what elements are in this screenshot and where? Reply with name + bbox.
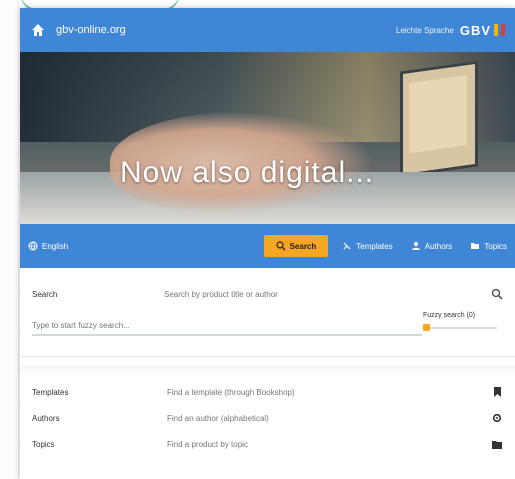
site-name[interactable]: gbv-online.org [56, 24, 396, 36]
filter-value[interactable]: Find an author (alphabetical) [167, 414, 491, 423]
logo-bar-red [501, 24, 505, 36]
top-header: gbv-online.org Leichte Sprache GBV [20, 8, 515, 52]
filter-row-topics[interactable]: Topics Find a product by topic [32, 431, 503, 457]
filter-list: Templates Find a template (through Books… [20, 377, 515, 459]
fuzzy-slider[interactable] [423, 324, 497, 331]
nav-search-button[interactable]: Search [263, 235, 329, 257]
gbv-logo[interactable]: GBV [460, 23, 505, 38]
search-label: Search [32, 289, 58, 299]
filter-label: Authors [32, 413, 60, 423]
section-shadow [20, 365, 515, 377]
fuzzy-label: Fuzzy search (0) [423, 312, 476, 319]
fuzzy-slider-thumb[interactable] [423, 324, 430, 331]
main-nav: English Search Templates Authors Topics [20, 224, 515, 268]
hero-headline: Now also digital... [120, 156, 375, 189]
filter-row-authors[interactable]: Authors Find an author (alphabetical) [32, 405, 503, 431]
plain-language-link[interactable]: Leichte Sprache [396, 26, 454, 35]
hero-banner: Now also digital... [20, 52, 515, 224]
filter-label: Topics [32, 439, 55, 449]
nav-authors-label: Authors [424, 241, 453, 251]
nav-topics[interactable]: Topics [470, 241, 507, 251]
gear-icon[interactable] [491, 412, 503, 424]
nav-authors[interactable]: Authors [411, 241, 453, 251]
person-icon [411, 242, 420, 250]
filter-value[interactable]: Find a product by topic [167, 440, 491, 449]
filter-row-templates[interactable]: Templates Find a template (through Books… [32, 379, 503, 405]
search-section: Search Fuzzy search (0) [20, 268, 515, 346]
filter-label: Templates [32, 387, 69, 397]
home-icon[interactable] [30, 22, 46, 38]
folder-icon[interactable] [491, 438, 503, 450]
fuzzy-slider-box: Fuzzy search (0) [423, 312, 503, 331]
folder-icon [471, 243, 480, 249]
hero-tablet-image [400, 60, 478, 178]
filter-value[interactable]: Find a template (through Bookshop) [167, 388, 491, 397]
logo-bar-yellow [494, 24, 498, 36]
language-selector[interactable]: English [28, 241, 68, 251]
fuzzy-search-input[interactable] [32, 316, 422, 336]
nav-search-label: Search [289, 241, 317, 251]
language-label: English [42, 241, 69, 251]
nav-templates[interactable]: Templates [342, 241, 393, 251]
bookmark-icon[interactable] [491, 386, 503, 398]
search-row: Search [32, 282, 503, 306]
app-window: gbv-online.org Leichte Sprache GBV Now a… [20, 8, 515, 479]
nav-templates-label: Templates [356, 241, 393, 251]
notebook-margin [0, 0, 19, 479]
section-divider [20, 356, 515, 357]
fuzzy-search-row: Fuzzy search (0) [32, 306, 503, 346]
logo-text: GBV [459, 22, 491, 38]
search-icon[interactable] [491, 288, 503, 300]
search-input[interactable] [162, 288, 491, 300]
globe-icon [28, 241, 38, 251]
nav-topics-label: Topics [484, 241, 507, 251]
search-icon [275, 241, 286, 251]
template-icon [343, 242, 351, 250]
